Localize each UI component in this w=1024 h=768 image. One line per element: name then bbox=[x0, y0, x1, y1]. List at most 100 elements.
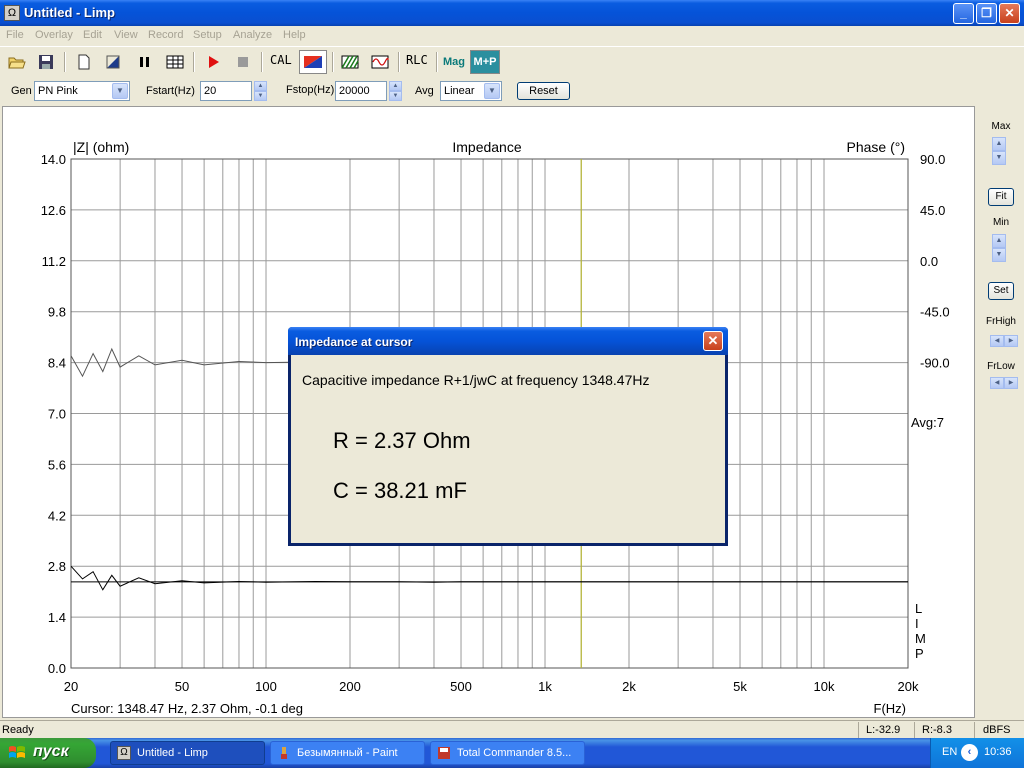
diagonal-fill-icon[interactable] bbox=[101, 50, 125, 74]
mag-phase-button[interactable]: M+P bbox=[470, 50, 500, 74]
scale-panel: Max ▲ ▼ Fit Min ▲ ▼ Set FrHigh ◀ ▶ FrLow ◀ ▶ bbox=[978, 106, 1024, 718]
chart-title: Impedance bbox=[452, 139, 521, 155]
x-tick-label: 20k bbox=[898, 679, 919, 694]
y-tick-label: 8.4 bbox=[48, 356, 66, 371]
window-title: Untitled - Limp bbox=[24, 5, 115, 20]
y-tick-label: 7.0 bbox=[48, 407, 66, 422]
spin-right-icon[interactable]: ▶ bbox=[1004, 335, 1018, 347]
dialog-close-button[interactable]: ✕ bbox=[703, 331, 723, 351]
restore-button[interactable]: ❐ bbox=[976, 3, 997, 24]
pause-icon[interactable] bbox=[133, 50, 157, 74]
spin-up-icon[interactable]: ▲ bbox=[992, 137, 1006, 151]
fstart-spinner[interactable]: ▲ ▼ bbox=[254, 81, 267, 101]
start-button[interactable]: пуск bbox=[0, 738, 96, 768]
set-button[interactable]: Set bbox=[988, 282, 1014, 300]
fit-button[interactable]: Fit bbox=[988, 188, 1014, 206]
menu-setup[interactable]: Setup bbox=[193, 29, 222, 41]
spin-up-icon[interactable]: ▲ bbox=[389, 81, 402, 91]
frhigh-label: FrHigh bbox=[985, 316, 1016, 327]
x-tick-label: 2k bbox=[622, 679, 636, 694]
fstart-value: 20 bbox=[204, 85, 217, 97]
y-tick-label: 11.2 bbox=[42, 254, 66, 269]
avg-indicator: Avg:7 bbox=[911, 415, 944, 430]
task-label: Total Commander 8.5... bbox=[457, 747, 572, 759]
gen-select[interactable]: PN Pink ▼ bbox=[34, 81, 130, 101]
dialog-title: Impedance at cursor bbox=[295, 335, 413, 349]
fstart-input[interactable]: 20 bbox=[200, 81, 252, 101]
frlow-spinner[interactable]: ◀ ▶ bbox=[990, 377, 1018, 389]
menu-file[interactable]: File bbox=[6, 29, 24, 41]
spin-up-icon[interactable]: ▲ bbox=[992, 234, 1006, 248]
y-tick-label: 0.0 bbox=[48, 661, 66, 676]
task-label: Безымянный - Paint bbox=[297, 747, 398, 759]
cal-button[interactable]: CAL bbox=[270, 53, 292, 67]
spin-right-icon[interactable]: ▶ bbox=[1004, 377, 1018, 389]
spin-left-icon[interactable]: ◀ bbox=[990, 335, 1004, 347]
generator-controls: Gen PN Pink ▼ Fstart(Hz) 20 ▲ ▼ Fstop(Hz)… bbox=[0, 77, 1024, 105]
dialog-title-bar[interactable]: Impedance at cursor ✕ bbox=[288, 327, 728, 355]
y-axis-label: |Z| (ohm) bbox=[73, 139, 129, 155]
y-tick-label: 14.0 bbox=[41, 152, 66, 167]
open-folder-icon[interactable] bbox=[5, 50, 29, 74]
y2-tick-label: 45.0 bbox=[920, 203, 945, 218]
spin-down-icon[interactable]: ▼ bbox=[992, 151, 1006, 165]
min-label: Min bbox=[992, 217, 1010, 228]
taskbar: пуск Ω Untitled - Limp Безымянный - Pain… bbox=[0, 738, 1024, 768]
menu-edit[interactable]: Edit bbox=[83, 29, 102, 41]
color-palette-icon[interactable] bbox=[299, 50, 327, 74]
y2-tick-label: -45.0 bbox=[920, 305, 950, 320]
right-level: R:-8.3 bbox=[922, 724, 952, 736]
x-tick-label: 1k bbox=[538, 679, 552, 694]
spin-down-icon[interactable]: ▼ bbox=[389, 91, 402, 101]
menu-overlay[interactable]: Overlay bbox=[35, 29, 73, 41]
impedance-dialog: Impedance at cursor ✕ Capacitive impedan… bbox=[288, 327, 728, 546]
spin-up-icon[interactable]: ▲ bbox=[254, 81, 267, 91]
fstop-input[interactable]: 20000 bbox=[335, 81, 387, 101]
chevron-down-icon[interactable]: ▼ bbox=[484, 83, 500, 99]
new-document-icon[interactable] bbox=[72, 50, 96, 74]
gen-label: Gen bbox=[11, 85, 32, 97]
max-spinner[interactable]: ▲ ▼ bbox=[992, 137, 1006, 165]
start-label: пуск bbox=[33, 743, 69, 760]
paint-icon bbox=[277, 746, 291, 760]
chevron-down-icon[interactable]: ▼ bbox=[112, 83, 128, 99]
min-spinner[interactable]: ▲ ▼ bbox=[992, 234, 1006, 262]
fstart-label: Fstart(Hz) bbox=[146, 85, 195, 97]
close-button[interactable]: ✕ bbox=[999, 3, 1020, 24]
spin-left-icon[interactable]: ◀ bbox=[990, 377, 1004, 389]
hatched-chart-icon[interactable] bbox=[338, 50, 362, 74]
frhigh-spinner[interactable]: ◀ ▶ bbox=[990, 335, 1018, 347]
fstop-spinner[interactable]: ▲ ▼ bbox=[389, 81, 402, 101]
task-limp[interactable]: Ω Untitled - Limp bbox=[110, 741, 265, 765]
y-tick-label: 12.6 bbox=[41, 203, 66, 218]
limp-letter: I bbox=[915, 616, 919, 631]
status-bar: Ready L:-32.9 R:-8.3 dBFS bbox=[0, 720, 1024, 738]
menu-help[interactable]: Help bbox=[283, 29, 306, 41]
resistance-value: R = 2.37 Ohm bbox=[333, 428, 471, 453]
reset-button[interactable]: Reset bbox=[517, 82, 570, 100]
title-bar[interactable]: Ω Untitled - Limp _ ❐ ✕ bbox=[0, 0, 1024, 26]
x-tick-label: 200 bbox=[339, 679, 361, 694]
play-icon[interactable] bbox=[201, 50, 225, 74]
task-paint[interactable]: Безымянный - Paint bbox=[270, 741, 425, 765]
save-icon[interactable] bbox=[34, 50, 58, 74]
table-icon[interactable] bbox=[163, 50, 187, 74]
limp-letter: L bbox=[915, 601, 922, 616]
gen-select-value: PN Pink bbox=[38, 85, 78, 97]
fstop-value: 20000 bbox=[339, 85, 370, 97]
task-total-commander[interactable]: Total Commander 8.5... bbox=[430, 741, 585, 765]
x-tick-label: 10k bbox=[814, 679, 835, 694]
minimize-button[interactable]: _ bbox=[953, 3, 974, 24]
language-indicator[interactable]: EN bbox=[942, 746, 957, 758]
menu-bar: File Overlay Edit View Record Setup Anal… bbox=[0, 26, 1024, 45]
avg-select[interactable]: Linear ▼ bbox=[440, 81, 502, 101]
spin-down-icon[interactable]: ▼ bbox=[254, 91, 267, 101]
spin-down-icon[interactable]: ▼ bbox=[992, 248, 1006, 262]
chevron-left-icon[interactable]: ‹ bbox=[961, 744, 978, 761]
mag-button[interactable]: Mag bbox=[440, 50, 468, 74]
rlc-button[interactable]: RLC bbox=[406, 53, 428, 67]
menu-view[interactable]: View bbox=[114, 29, 138, 41]
waveform-icon[interactable] bbox=[368, 50, 392, 74]
menu-analyze[interactable]: Analyze bbox=[233, 29, 272, 41]
menu-record[interactable]: Record bbox=[148, 29, 183, 41]
